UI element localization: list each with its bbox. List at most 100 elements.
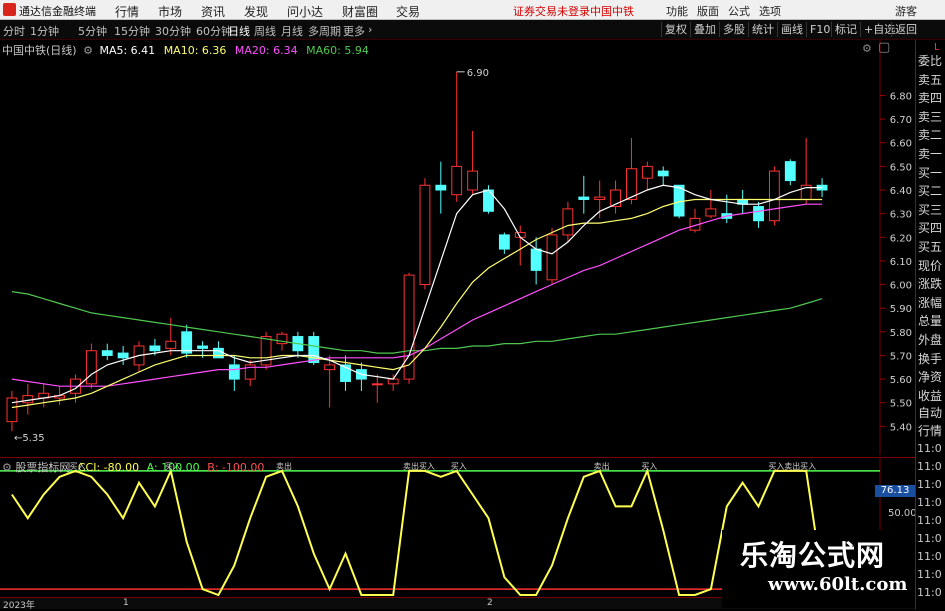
settings-icon[interactable]: ⚙ bbox=[83, 44, 93, 57]
ma10-value: MA10: 6.36 bbox=[163, 44, 227, 57]
candle-body bbox=[165, 340, 177, 349]
candle-body bbox=[467, 170, 479, 191]
sidebar-time-8: 11:0 bbox=[917, 586, 942, 599]
sidebar-item-13: 涨幅 bbox=[918, 295, 943, 310]
sidebar-time-7: 11:0 bbox=[917, 568, 942, 581]
quote-sidebar: L 委比 卖五 卖四 卖三 卖二 卖一 买一 买二 买三 买四 买五 现价 涨跌 涨幅 总量 外盘 换手 净资 收益… bbox=[915, 40, 945, 609]
price-axis-label: 5.90 bbox=[890, 304, 912, 315]
period-tab-timeshare[interactable]: 分时 bbox=[3, 23, 25, 39]
menu-item-wealth[interactable]: 财富圈 bbox=[342, 3, 378, 20]
indicator-settings-icon[interactable]: ⚙ bbox=[2, 461, 12, 474]
candle-body bbox=[6, 397, 18, 423]
candle-body bbox=[387, 378, 399, 385]
candle-body bbox=[228, 364, 240, 380]
sidebar-item-6: 买一 bbox=[918, 165, 943, 180]
menu-item-news[interactable]: 资讯 bbox=[201, 3, 225, 20]
candle-body bbox=[22, 395, 34, 404]
overlay-button[interactable]: 叠加 bbox=[690, 22, 719, 37]
menu-item-options[interactable]: 选项 bbox=[759, 3, 781, 19]
login-status[interactable]: 证券交易未登录 bbox=[513, 3, 590, 19]
guest-label[interactable]: 游客 bbox=[895, 3, 917, 19]
menu-item-quotes[interactable]: 行情 bbox=[115, 3, 139, 20]
price-axis-label: 5.40 bbox=[890, 422, 912, 433]
period-tab-multi[interactable]: 多周期 bbox=[308, 23, 341, 39]
draw-line-button[interactable]: 画线 bbox=[777, 22, 806, 37]
sidebar-time-0: 11:0 bbox=[917, 442, 942, 455]
price-axis-label: 6.60 bbox=[890, 139, 912, 150]
restore-icon[interactable]: ▢ bbox=[878, 40, 890, 55]
indicator-axis-50: 50.00 bbox=[888, 508, 917, 519]
period-tab-monthly[interactable]: 月线 bbox=[281, 23, 303, 39]
sidebar-action-0[interactable]: 自动 bbox=[918, 404, 942, 421]
sidebar-item-17: 净资 bbox=[918, 370, 943, 385]
b-value: B: -100.00 bbox=[207, 461, 265, 474]
price-axis-label: 6.30 bbox=[890, 210, 912, 221]
indicator-name: 股票指标网 bbox=[15, 461, 71, 474]
sidebar-time-6: 11:0 bbox=[917, 550, 942, 563]
period-tab-weekly[interactable]: 周线 bbox=[254, 23, 276, 39]
sidebar-time-1: 11:0 bbox=[917, 460, 942, 473]
chevron-right-icon[interactable]: › bbox=[368, 23, 372, 36]
cci-value: CCI: -80.00 bbox=[77, 461, 140, 474]
settings-icon[interactable]: ⚙ bbox=[862, 42, 872, 55]
candle-body bbox=[784, 161, 796, 182]
menu-item-discover[interactable]: 发现 bbox=[244, 3, 268, 20]
ma60-value: MA60: 5.94 bbox=[306, 44, 369, 57]
month-label-1: 1 bbox=[123, 598, 129, 608]
price-axis-label: 5.80 bbox=[890, 328, 912, 339]
sidebar-item-2: 卖四 bbox=[918, 91, 943, 106]
stats-button[interactable]: 统计 bbox=[748, 22, 777, 37]
menu-item-formula[interactable]: 公式 bbox=[728, 3, 750, 19]
menu-item-ask[interactable]: 问小达 bbox=[287, 3, 323, 20]
period-tab-60min[interactable]: 60分钟 bbox=[196, 23, 232, 39]
candle-body bbox=[403, 274, 415, 380]
app-title: 通达信金融终端 bbox=[19, 5, 96, 18]
candle-body bbox=[673, 184, 685, 217]
cci-signal-marker: 买入 bbox=[451, 462, 467, 471]
candle-body bbox=[101, 350, 113, 356]
cci-signal-marker: 卖出 bbox=[784, 461, 800, 471]
candle-body bbox=[213, 347, 224, 359]
chart-title: 中国中铁(日线) bbox=[2, 44, 77, 57]
sidebar-item-16: 换手 bbox=[918, 351, 943, 366]
candle-body bbox=[753, 206, 764, 222]
sidebar-item-4: 卖二 bbox=[918, 128, 943, 143]
ma10-line bbox=[11, 198, 823, 409]
price-axis-label: 5.50 bbox=[890, 399, 912, 410]
f10-button[interactable]: F10 bbox=[806, 22, 833, 37]
sidebar-time-5: 11:0 bbox=[917, 532, 942, 545]
price-axis-label: 5.60 bbox=[890, 375, 912, 386]
kline-chart[interactable]: 6.80 6.70 6.60 6.50 6.40 6.30 6.20 6.10 6.00 5.90… bbox=[0, 40, 915, 455]
candle-body bbox=[324, 364, 336, 371]
indicator-top-border bbox=[0, 457, 915, 458]
candle-body bbox=[451, 165, 463, 196]
candle-body bbox=[419, 184, 431, 286]
period-tab-more[interactable]: 更多 bbox=[343, 23, 365, 39]
watermark-url: www.60lt.com bbox=[768, 574, 908, 595]
price-axis-label: 6.50 bbox=[890, 162, 912, 173]
chart-legend: 中国中铁(日线) ⚙ MA5: 6.41 MA10: 6.36 MA20: 6.… bbox=[2, 42, 369, 58]
period-tab-15min[interactable]: 15分钟 bbox=[114, 23, 150, 39]
watermark-title: 乐淘公式网 bbox=[740, 539, 886, 572]
sidebar-action-1[interactable]: 行情 bbox=[918, 422, 942, 439]
mark-button[interactable]: 标记 bbox=[831, 22, 860, 37]
back-button[interactable]: 返回 bbox=[891, 22, 920, 37]
candle-body bbox=[657, 170, 669, 177]
period-tab-5min[interactable]: 5分钟 bbox=[78, 23, 107, 39]
candle-body bbox=[181, 331, 193, 354]
menu-item-layout[interactable]: 版面 bbox=[697, 3, 719, 19]
price-axis-label: 5.70 bbox=[890, 351, 912, 362]
candle-body bbox=[371, 383, 383, 386]
multi-stock-button[interactable]: 多股 bbox=[719, 22, 748, 37]
period-tab-30min[interactable]: 30分钟 bbox=[155, 23, 191, 39]
menu-item-function[interactable]: 功能 bbox=[666, 3, 688, 19]
menu-item-trade[interactable]: 交易 bbox=[396, 3, 420, 20]
month-label-2: 2 bbox=[487, 598, 493, 608]
top-stock-name: 中国中铁 bbox=[590, 5, 634, 18]
sidebar-item-8: 买三 bbox=[918, 202, 943, 217]
period-tab-1min[interactable]: 1分钟 bbox=[30, 23, 59, 39]
menu-item-market[interactable]: 市场 bbox=[158, 3, 182, 20]
adjust-button[interactable]: 复权 bbox=[661, 22, 690, 37]
period-tab-daily[interactable]: 日线 bbox=[228, 23, 250, 39]
candle-body bbox=[197, 345, 208, 349]
